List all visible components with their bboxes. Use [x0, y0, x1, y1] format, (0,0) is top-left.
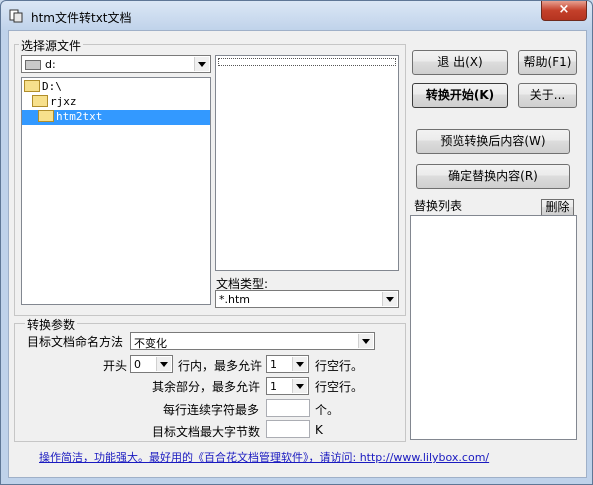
close-button[interactable]: ×: [541, 1, 587, 21]
chevron-down-icon[interactable]: [194, 57, 209, 71]
empty-line-label-2: 行空行。: [315, 380, 364, 394]
footer-link[interactable]: 操作简洁，功能强大。最好用的《百合花文档管理软件》，请访问: http://ww…: [39, 449, 489, 465]
naming-value: 不变化: [134, 337, 167, 350]
filetype-select[interactable]: *.htm: [215, 290, 399, 308]
chevron-down-icon[interactable]: [292, 357, 307, 371]
about-button[interactable]: 关于...: [518, 83, 577, 108]
maxbytes-label: 目标文档最大字节数: [152, 425, 261, 439]
tree-item-htm2txt[interactable]: htm2txt: [22, 110, 210, 125]
app-window: htm文件转txt文档 × 选择源文件 d: D:\ rjxz htm2txt …: [0, 0, 593, 485]
main-panel: 选择源文件 d: D:\ rjxz htm2txt 文档类型: *.htm 退 …: [8, 30, 587, 478]
exit-button[interactable]: 退 出(X): [412, 50, 508, 75]
folder-open-icon: [24, 80, 40, 92]
title-bar[interactable]: htm文件转txt文档 ×: [1, 1, 592, 29]
rest-select[interactable]: 1: [266, 377, 309, 395]
tree-item-d[interactable]: D:\: [24, 80, 208, 95]
naming-label: 目标文档命名方法: [27, 335, 124, 349]
lines-in-value: 1: [270, 358, 277, 371]
empty-line-label-1: 行空行。: [315, 359, 364, 373]
rest-label: 其余部分，最多允许: [152, 380, 261, 394]
head-label: 开头: [103, 359, 128, 373]
delete-button[interactable]: 删除: [541, 199, 574, 216]
drive-icon: [25, 60, 41, 70]
start-convert-button[interactable]: 转换开始(K): [412, 83, 508, 108]
lines-in-label: 行内，最多允许: [178, 359, 263, 373]
file-list[interactable]: [215, 55, 399, 271]
chevron-down-icon[interactable]: [292, 379, 307, 393]
head-select[interactable]: 0: [130, 355, 173, 373]
params-group-label: 转换参数: [25, 316, 78, 333]
naming-select[interactable]: 不变化: [130, 332, 375, 350]
folder-tree[interactable]: D:\ rjxz htm2txt: [21, 77, 211, 305]
source-group-label: 选择源文件: [19, 37, 84, 54]
replace-list[interactable]: [410, 215, 577, 440]
consecutive-label: 每行连续字符最多: [163, 403, 260, 417]
file-list-focus: [218, 58, 396, 66]
filetype-value: *.htm: [219, 293, 250, 306]
app-icon: [9, 9, 23, 23]
replace-list-label: 替换列表: [414, 199, 463, 213]
head-value: 0: [134, 358, 141, 371]
lines-in-select[interactable]: 1: [266, 355, 309, 373]
consecutive-input[interactable]: [266, 399, 310, 417]
window-title: htm文件转txt文档: [31, 11, 132, 25]
folder-open-icon: [32, 95, 48, 107]
rest-value: 1: [270, 380, 277, 393]
chevron-down-icon[interactable]: [358, 334, 373, 348]
help-button[interactable]: 帮助(F1): [518, 50, 577, 75]
drive-value: d:: [45, 58, 56, 71]
maxbytes-input[interactable]: [266, 420, 310, 438]
consecutive-unit: 个。: [315, 403, 340, 417]
chevron-down-icon[interactable]: [156, 357, 171, 371]
drive-select[interactable]: d:: [21, 55, 211, 73]
maxbytes-unit: K: [315, 423, 323, 437]
folder-open-icon: [38, 110, 54, 122]
preview-button[interactable]: 预览转换后内容(W): [416, 129, 570, 154]
confirm-replace-button[interactable]: 确定替换内容(R): [416, 164, 570, 189]
chevron-down-icon[interactable]: [382, 292, 397, 306]
tree-item-rjxz[interactable]: rjxz: [24, 95, 208, 110]
